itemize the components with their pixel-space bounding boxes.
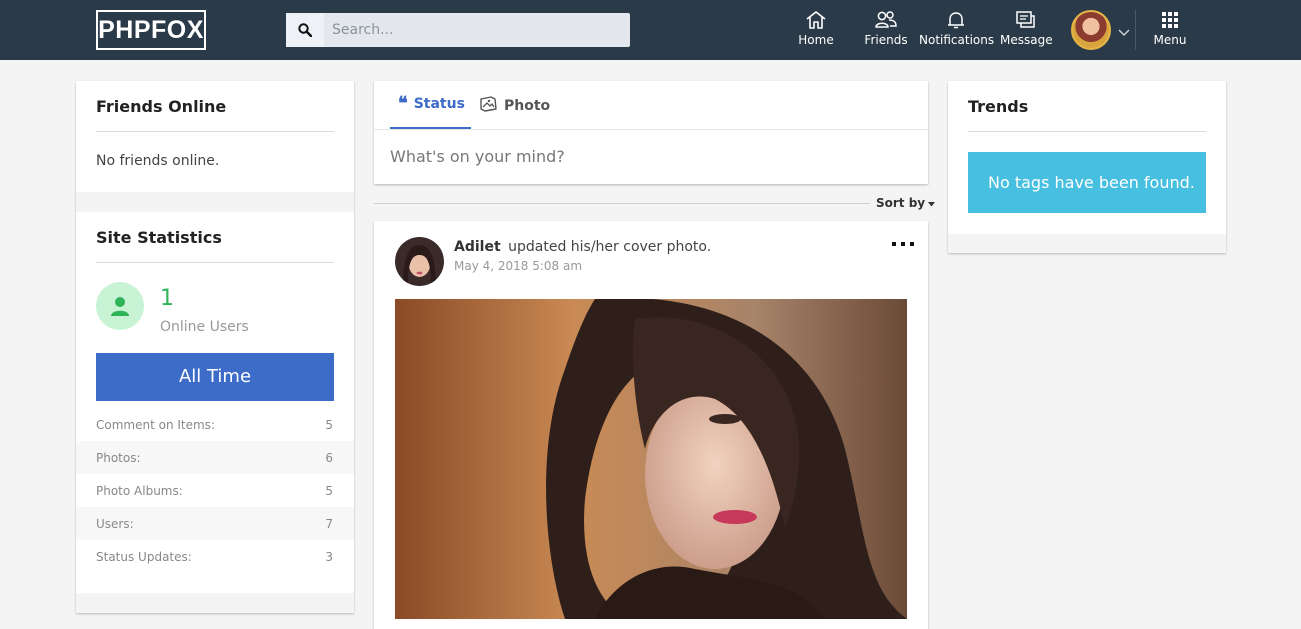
online-users-count: 1 (160, 286, 174, 311)
status-input[interactable]: What's on your mind? (390, 147, 565, 166)
divider (968, 131, 1206, 132)
header-divider (1135, 10, 1136, 50)
top-navbar: PHPFOX Home Friends Notifications Messag… (0, 0, 1301, 60)
nav-home-label: Home (798, 33, 834, 47)
feed-post: Adilet updated his/her cover photo. May … (374, 221, 928, 629)
post-author-name[interactable]: Adilet (454, 239, 501, 255)
no-tags-alert: No tags have been found. (968, 152, 1206, 213)
nav-notifications[interactable]: Notifications (919, 9, 995, 51)
more-options-icon[interactable] (892, 233, 914, 252)
online-users-label: Online Users (160, 319, 249, 335)
post-action-text: updated his/her cover photo. (508, 239, 712, 255)
sort-divider (374, 203, 870, 204)
stat-value: 7 (325, 517, 333, 531)
caret-down-icon (928, 196, 936, 210)
search-bar (286, 13, 630, 47)
stat-value: 5 (325, 418, 333, 432)
post-timestamp[interactable]: May 4, 2018 5:08 am (454, 259, 582, 273)
online-user-icon (96, 282, 144, 330)
nav-menu[interactable]: Menu (1150, 9, 1190, 51)
tab-photo-label: Photo (504, 97, 551, 114)
chevron-down-icon[interactable] (1118, 22, 1130, 41)
tab-photo[interactable]: Photo (478, 81, 550, 130)
stat-row: Status Updates: 3 (76, 540, 354, 573)
stat-label: Photos: (96, 451, 141, 465)
site-logo[interactable]: PHPFOX (96, 10, 206, 50)
stat-label: Users: (96, 517, 134, 531)
search-input[interactable] (324, 13, 630, 47)
stat-label: Photo Albums: (96, 484, 183, 498)
nav-message[interactable]: Message (1000, 9, 1053, 51)
nav-friends[interactable]: Friends (860, 9, 912, 51)
quote-icon: ❝ (398, 93, 408, 114)
stat-label: Comment on Items: (96, 418, 215, 432)
sort-by-button[interactable]: Sort by (876, 196, 936, 210)
section-gap (76, 593, 354, 613)
post-author-avatar[interactable] (395, 237, 444, 286)
nav-menu-label: Menu (1153, 33, 1187, 47)
tab-status-label: Status (413, 96, 465, 112)
friends-online-title: Friends Online (96, 97, 227, 116)
post-headline: Adilet updated his/her cover photo. (454, 239, 711, 255)
nav-friends-label: Friends (864, 33, 908, 47)
stat-row: Comment on Items: 5 (76, 408, 354, 441)
stat-row: Photo Albums: 5 (76, 474, 354, 507)
trends-title: Trends (968, 97, 1029, 116)
status-composer: ❝ Status Photo What's on your mind? (374, 81, 928, 184)
friends-online-empty: No friends online. (96, 153, 220, 169)
grid-menu-icon (1150, 9, 1190, 31)
user-avatar[interactable] (1071, 10, 1111, 50)
divider (374, 129, 928, 130)
search-icon[interactable] (286, 13, 324, 47)
stat-row: Users: 7 (76, 507, 354, 540)
stat-row: Photos: 6 (76, 441, 354, 474)
stat-value: 5 (325, 484, 333, 498)
home-icon (795, 9, 837, 31)
stat-value: 6 (325, 451, 333, 465)
section-gap (76, 192, 354, 212)
section-gap (948, 234, 1226, 253)
stat-value: 3 (325, 550, 333, 564)
trends-panel: Trends No tags have been found. (948, 81, 1226, 253)
sort-by-label: Sort by (876, 196, 926, 210)
post-cover-photo[interactable] (395, 299, 907, 619)
site-statistics-title: Site Statistics (96, 228, 222, 247)
nav-notifications-label: Notifications (919, 33, 995, 47)
left-sidebar: Friends Online No friends online. Site S… (76, 81, 354, 613)
stat-label: Status Updates: (96, 550, 192, 564)
all-time-button[interactable]: All Time (96, 353, 334, 401)
photo-icon (478, 95, 498, 117)
divider (96, 262, 334, 263)
divider (96, 131, 334, 132)
message-icon (1000, 9, 1052, 31)
friends-icon (860, 9, 912, 31)
nav-home[interactable]: Home (795, 9, 837, 51)
bell-icon (919, 9, 993, 31)
tab-status[interactable]: ❝ Status (390, 81, 471, 130)
nav-message-label: Message (1000, 33, 1053, 47)
